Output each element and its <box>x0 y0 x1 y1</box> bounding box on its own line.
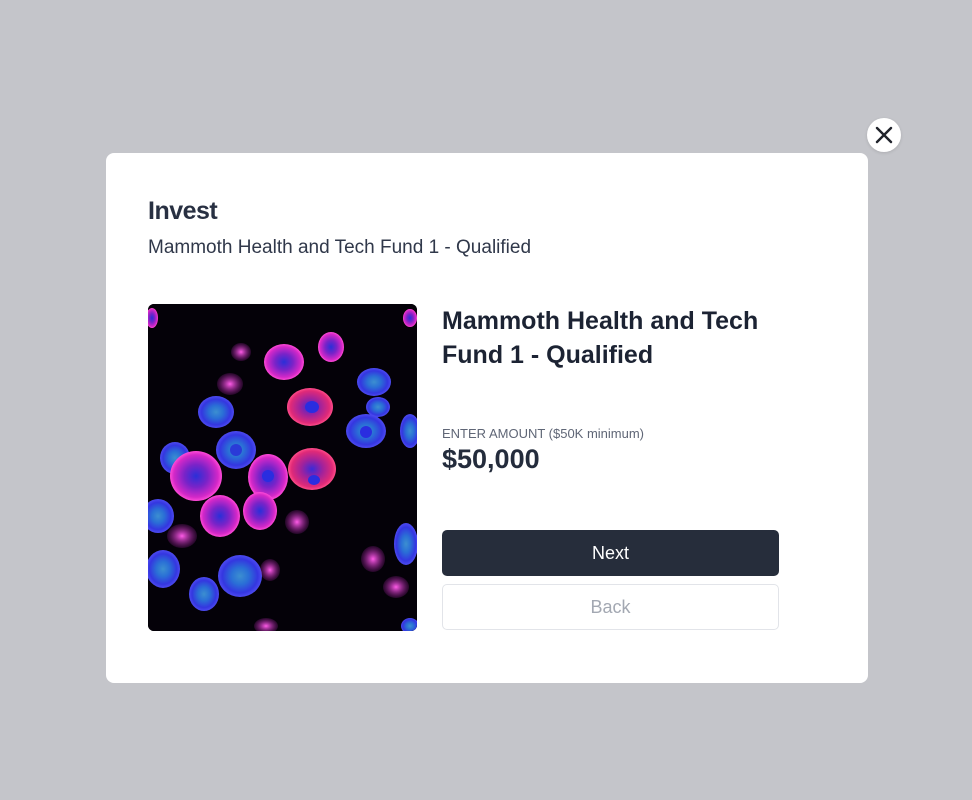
amount-input[interactable]: $50,000 <box>442 444 540 475</box>
amount-label: ENTER AMOUNT ($50K minimum) <box>442 426 645 441</box>
close-button[interactable] <box>867 118 901 152</box>
modal-subtitle: Mammoth Health and Tech Fund 1 - Qualifi… <box>148 237 532 258</box>
fund-image <box>148 304 417 631</box>
close-icon <box>875 126 893 144</box>
invest-modal: Invest Mammoth Health and Tech Fund 1 - … <box>106 153 868 683</box>
fund-name: Mammoth Health and Tech Fund 1 - Qualifi… <box>442 307 759 369</box>
modal-title: Invest <box>148 197 218 225</box>
next-button[interactable]: Next <box>442 530 779 576</box>
back-button[interactable]: Back <box>442 584 779 630</box>
